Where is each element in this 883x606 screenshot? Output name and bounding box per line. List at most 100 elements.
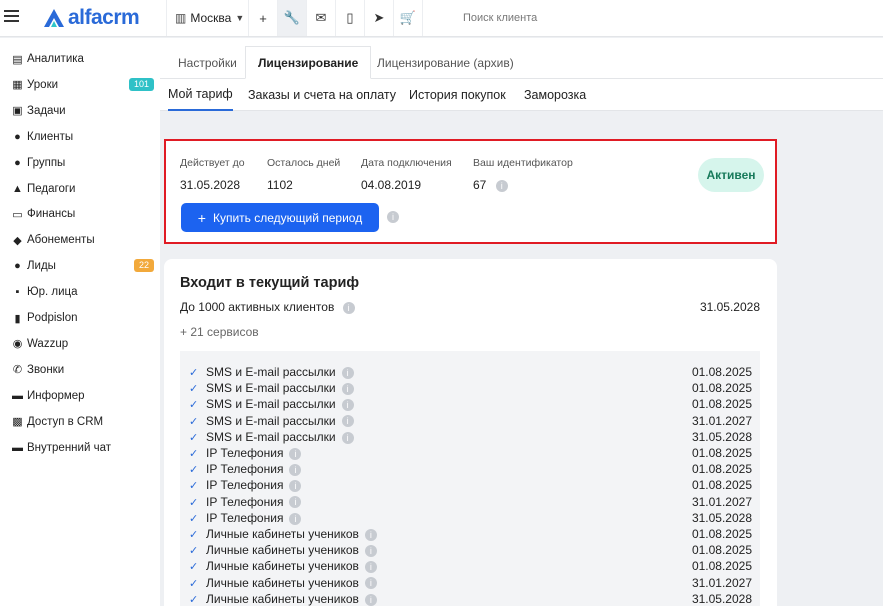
sidebar-item-label: Педагоги xyxy=(27,182,76,195)
cart-icon[interactable]: 🛒 xyxy=(393,0,422,36)
info-icon[interactable]: i xyxy=(341,383,354,396)
sidebar-item[interactable]: ▩ Доступ в CRM xyxy=(0,411,160,433)
service-date: 01.08.2025 xyxy=(691,559,752,574)
license-info-card: Действует до 31.05.2028 Осталось дней 11… xyxy=(164,139,777,244)
service-row: ✓ Личные кабинеты учеников i 31.01.2027 xyxy=(180,576,760,592)
logo-text: alfacrm xyxy=(68,6,140,29)
service-name-text: SMS и E-mail рассылки xyxy=(206,397,336,412)
info-icon[interactable]: i xyxy=(364,593,377,606)
sidebar-item[interactable]: ◆ Абонементы xyxy=(0,229,160,251)
buy-next-period-button[interactable]: + Купить следующий период xyxy=(181,203,379,232)
info-icon[interactable]: i xyxy=(387,211,399,223)
info-icon[interactable]: i xyxy=(289,447,302,460)
city-selector[interactable]: ▥ Москва ▼ xyxy=(166,0,252,36)
sidebar-item[interactable]: ● Лиды 22 xyxy=(0,255,160,277)
service-row: ✓ Личные кабинеты учеников i 01.08.2025 xyxy=(180,559,760,575)
check-icon: ✓ xyxy=(189,512,199,525)
logo[interactable]: alfacrm xyxy=(42,6,140,30)
tab-purchase-history[interactable]: История покупок xyxy=(409,79,506,111)
sidebar-item[interactable]: ▦ Уроки 101 xyxy=(0,74,160,96)
info-icon[interactable]: i xyxy=(341,431,354,444)
sidebar-item-label: Уроки xyxy=(27,78,59,91)
info-icon[interactable]: i xyxy=(364,577,377,590)
sidebar-item[interactable]: ▲ Педагоги xyxy=(0,178,160,200)
id-value: 67 i xyxy=(473,178,508,192)
service-name: SMS и E-mail рассылки i xyxy=(206,365,354,379)
info-icon[interactable]: i xyxy=(341,399,354,412)
groups-icon: ● xyxy=(14,156,21,169)
sidebar-item[interactable]: ● Клиенты xyxy=(0,126,160,148)
services-count-toggle[interactable]: + 21 сервисов xyxy=(180,325,259,339)
info-icon[interactable]: i xyxy=(495,179,508,192)
service-name-text: IP Телефония xyxy=(206,462,284,477)
check-icon: ✓ xyxy=(189,577,199,590)
info-icon[interactable]: i xyxy=(341,415,354,428)
service-row: ✓ SMS и E-mail рассылки i 31.05.2028 xyxy=(180,430,760,446)
clients-limit-label: До 1000 активных клиентов xyxy=(180,300,335,314)
sidebar-item[interactable]: ▣ Задачи xyxy=(0,100,160,122)
sidebar-item[interactable]: ▬ Внутренний чат xyxy=(0,437,160,459)
check-icon: ✓ xyxy=(189,399,199,412)
service-date: 31.05.2028 xyxy=(691,510,752,525)
check-icon: ✓ xyxy=(189,464,199,477)
service-name-text: IP Телефония xyxy=(206,510,284,525)
service-date: 01.08.2025 xyxy=(691,446,752,460)
id-label: Ваш идентификатор xyxy=(473,157,573,169)
check-icon: ✓ xyxy=(189,415,199,428)
tab-settings[interactable]: Настройки xyxy=(166,46,249,79)
building-icon: ▥ xyxy=(175,11,187,25)
service-name-text: Личные кабинеты учеников xyxy=(206,575,359,590)
wrench-icon[interactable]: 🔧 xyxy=(277,0,306,36)
info-icon[interactable]: i xyxy=(364,545,377,558)
check-icon: ✓ xyxy=(189,448,199,460)
top-bar: alfacrm ▥ Москва ▼ + 🔧 ✉ ▯ ➤ 🛒 Поиск клиента xyxy=(0,0,883,37)
info-icon[interactable]: i xyxy=(341,366,354,379)
info-icon[interactable]: i xyxy=(364,561,377,574)
phone-icon[interactable]: ▯ xyxy=(335,0,364,36)
info-icon[interactable]: i xyxy=(289,512,302,525)
service-name-text: SMS и E-mail рассылки xyxy=(206,381,336,396)
sidebar-item-label: Клиенты xyxy=(27,130,74,143)
sidebar-item[interactable]: ▪ Юр. лица xyxy=(0,281,160,303)
info-icon[interactable]: i xyxy=(342,301,355,314)
telegram-icon[interactable]: ➤ xyxy=(364,0,393,36)
sidebar-item-label: Задачи xyxy=(27,104,66,117)
tab-licensing-archive[interactable]: Лицензирование (архив) xyxy=(365,46,526,79)
top-tabs: Настройки Лицензирование Лицензирование … xyxy=(160,38,883,79)
tab-freeze[interactable]: Заморозка xyxy=(524,79,586,111)
tab-my-tariff[interactable]: Мой тариф xyxy=(168,79,233,111)
mail-icon[interactable]: ✉ xyxy=(306,0,335,36)
check-icon: ✓ xyxy=(189,431,199,444)
search-client-input[interactable]: Поиск клиента xyxy=(422,0,883,36)
info-icon[interactable]: i xyxy=(289,464,302,477)
buy-button-label: Купить следующий период xyxy=(212,210,363,225)
lock-icon: ▩ xyxy=(12,416,23,429)
service-name: SMS и E-mail рассылки i xyxy=(206,414,354,428)
info-icon[interactable]: i xyxy=(364,528,377,541)
sidebar-item-label: Абонементы xyxy=(27,234,95,247)
menu-icon[interactable] xyxy=(4,10,19,24)
info-icon[interactable]: i xyxy=(289,496,302,509)
sidebar-item[interactable]: ▭ Финансы xyxy=(0,203,160,225)
sidebar-item[interactable]: ▮ Podpislon xyxy=(0,307,160,329)
sidebar-item-label: Доступ в CRM xyxy=(27,415,104,428)
sidebar-item[interactable]: ✆ Звонки xyxy=(0,359,160,381)
sidebar-item[interactable]: ▤ Аналитика xyxy=(0,48,160,70)
sub-tabs: Мой тариф Заказы и счета на оплату Истор… xyxy=(160,79,883,111)
valid-until-label: Действует до xyxy=(180,157,245,169)
info-icon[interactable]: i xyxy=(289,480,302,493)
tab-orders-invoices[interactable]: Заказы и счета на оплату xyxy=(248,79,396,111)
service-name-text: Личные кабинеты учеников xyxy=(206,527,359,541)
informer-icon: ▬ xyxy=(12,389,23,402)
tab-licensing[interactable]: Лицензирование xyxy=(245,46,372,79)
tariff-card: Входит в текущий тариф До 1000 активных … xyxy=(164,259,777,606)
service-name: SMS и E-mail рассылки i xyxy=(206,381,354,395)
service-date: 01.08.2025 xyxy=(691,365,752,379)
check-icon: ✓ xyxy=(189,593,199,606)
sidebar-item[interactable]: ● Группы xyxy=(0,152,160,174)
analytics-icon: ▤ xyxy=(12,53,23,66)
sidebar-item[interactable]: ◉ Wazzup xyxy=(0,333,160,355)
plus-icon[interactable]: + xyxy=(248,0,277,36)
sidebar-item[interactable]: ▬ Информер xyxy=(0,385,160,407)
service-row: ✓ Личные кабинеты учеников i 01.08.2025 xyxy=(180,527,760,543)
